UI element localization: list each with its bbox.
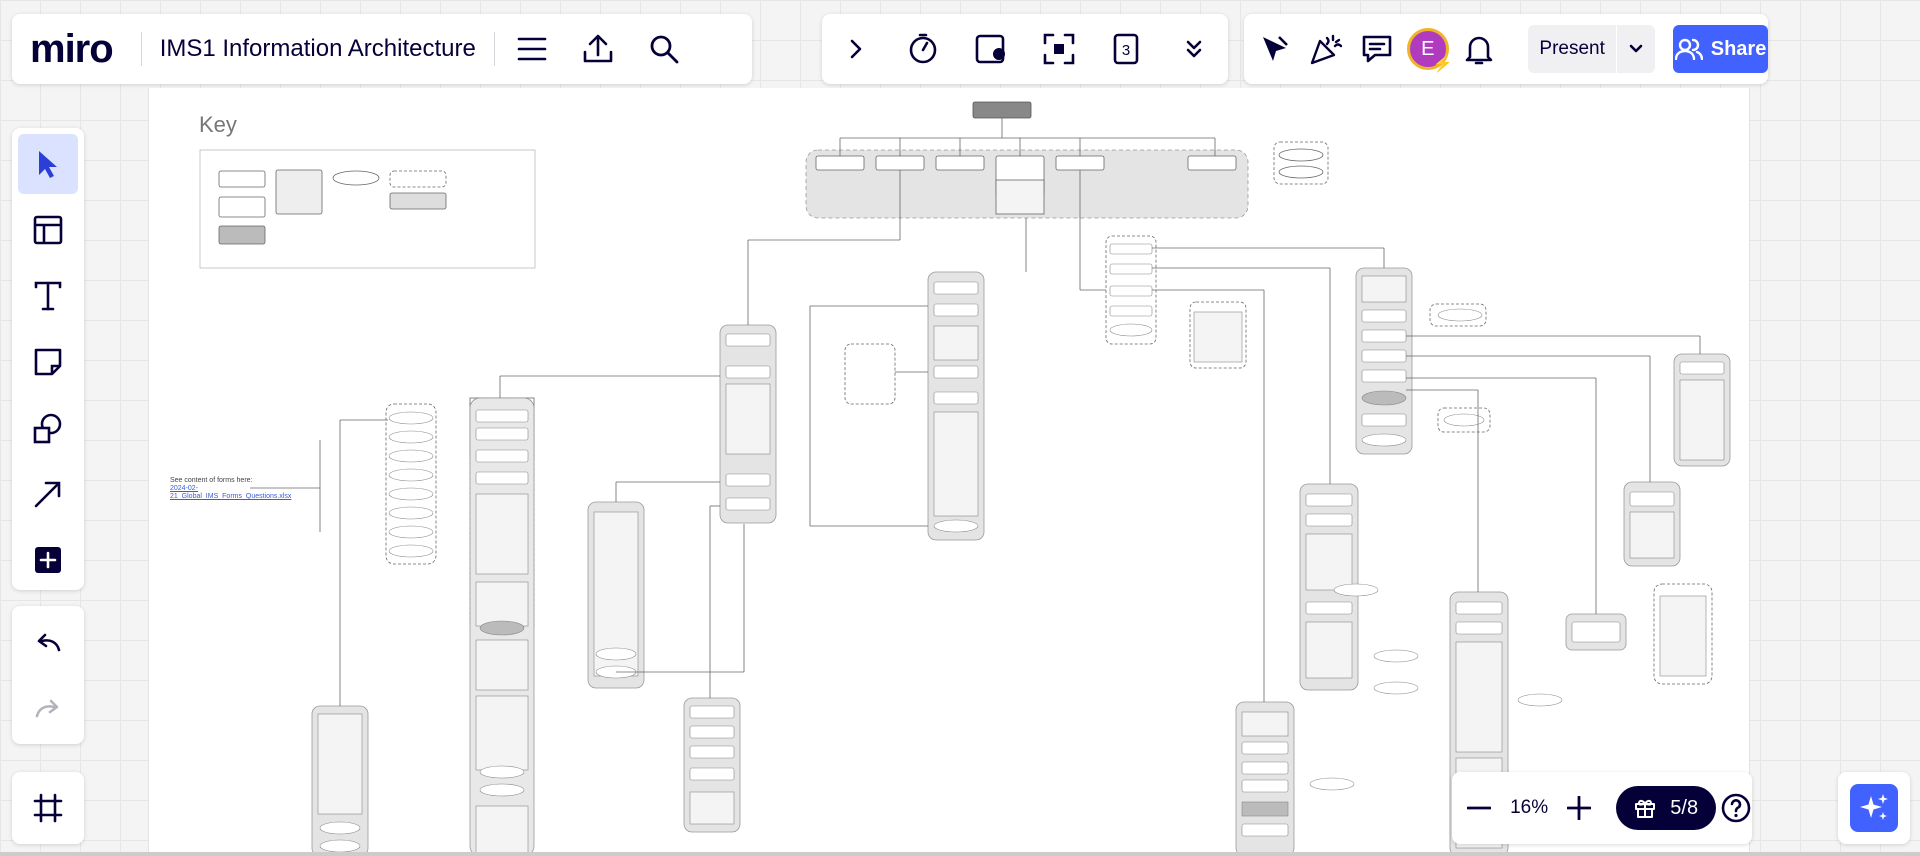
- notifications-button[interactable]: [1453, 24, 1504, 74]
- undo-button[interactable]: [18, 612, 78, 672]
- search-button[interactable]: [631, 24, 697, 74]
- hamburger-icon: [517, 37, 547, 61]
- zoom-level[interactable]: 16%: [1502, 797, 1556, 819]
- redo-button[interactable]: [18, 678, 78, 738]
- ai-assistant-panel: [1838, 772, 1910, 844]
- sparkle-icon: [1860, 794, 1888, 820]
- key-label: Key: [199, 112, 237, 137]
- chevron-down-icon: [1629, 44, 1643, 53]
- side-note-text: See content of forms here:: [170, 477, 253, 484]
- card-dot-icon: [975, 34, 1006, 64]
- present-button[interactable]: Present: [1527, 25, 1617, 73]
- zoom-in-button[interactable]: [1556, 783, 1602, 833]
- expand-toolbar-button[interactable]: [831, 24, 881, 74]
- text-tool[interactable]: [18, 266, 78, 326]
- side-note-link[interactable]: 2024-02-21_Global_IMS_Forms_Questions.xl…: [170, 485, 291, 501]
- users-icon: [1674, 38, 1703, 60]
- svg-text:3: 3: [1122, 42, 1130, 59]
- focus-button[interactable]: [1034, 24, 1084, 74]
- shapes-icon: [33, 413, 62, 444]
- redo-icon: [35, 699, 59, 718]
- history-panel: [12, 606, 84, 744]
- sticky-note-icon: [34, 348, 62, 376]
- present-options-button[interactable]: [1616, 25, 1656, 73]
- frames-button[interactable]: [18, 778, 78, 838]
- sticky-note-tool[interactable]: [18, 332, 78, 392]
- zoom-panel: 16% 5/8: [1452, 772, 1752, 844]
- templates-icon: [33, 215, 63, 245]
- voting-button[interactable]: [966, 24, 1016, 74]
- side-note: See content of forms here: 2024-02-21_Gl…: [170, 477, 291, 501]
- timer-icon: [910, 33, 937, 64]
- divider: [140, 32, 142, 66]
- bottom-edge: [0, 852, 1920, 856]
- focus-frame-icon: [1043, 33, 1075, 65]
- double-chevron-down-icon: [1186, 40, 1202, 58]
- creation-toolbar: [12, 128, 84, 590]
- template-counter-button[interactable]: 3: [1101, 24, 1151, 74]
- pages-count: 5/8: [1670, 796, 1699, 819]
- more-apps-tool[interactable]: [18, 530, 78, 590]
- plus-square-icon: [35, 547, 61, 573]
- board-title[interactable]: IMS1 Information Architecture: [160, 35, 476, 63]
- cursor-icon: [39, 151, 57, 178]
- bell-icon: [1465, 36, 1492, 65]
- help-button[interactable]: [1720, 783, 1752, 833]
- undo-icon: [37, 633, 61, 652]
- board-header-panel: miro IMS1 Information Architecture: [12, 14, 752, 84]
- share-label: Share: [1710, 37, 1767, 60]
- party-popper-icon: [1310, 34, 1343, 65]
- miro-logo[interactable]: miro: [30, 27, 114, 72]
- chevron-right-icon: [850, 39, 862, 59]
- text-icon: [34, 281, 62, 311]
- lightning-icon: ⚡: [1432, 56, 1453, 73]
- ai-assist-button[interactable]: [1850, 784, 1898, 832]
- login-node: [972, 101, 1032, 119]
- minus-icon: [1467, 806, 1492, 810]
- pointer-flag-icon: [1263, 36, 1289, 61]
- gift-icon: [1635, 799, 1656, 818]
- comment-icon: [1362, 35, 1392, 63]
- share-panel: E ⚡ Present Share: [1244, 14, 1769, 84]
- information-architecture-diagram[interactable]: [0, 0, 1920, 856]
- more-tools-button[interactable]: [1169, 24, 1219, 74]
- avatar: E ⚡: [1406, 28, 1453, 73]
- frame-icon: [33, 793, 63, 823]
- user-avatar-button[interactable]: E ⚡: [1402, 24, 1453, 74]
- page-number-icon: 3: [1114, 33, 1139, 65]
- divider: [493, 32, 495, 66]
- search-icon: [650, 35, 679, 64]
- connection-line-tool[interactable]: [18, 464, 78, 524]
- export-button[interactable]: [565, 24, 631, 74]
- plus-icon: [1567, 796, 1592, 820]
- templates-tool[interactable]: [18, 200, 78, 260]
- main-menu-button[interactable]: [499, 24, 565, 74]
- collaboration-toolbar: 3: [822, 14, 1228, 84]
- shapes-tool[interactable]: [18, 398, 78, 458]
- upload-icon: [583, 34, 613, 63]
- timer-button[interactable]: [898, 24, 948, 74]
- share-button[interactable]: Share: [1673, 25, 1769, 73]
- arrow-icon: [34, 481, 61, 508]
- frames-panel: [12, 772, 84, 844]
- comments-button[interactable]: [1352, 24, 1403, 74]
- select-tool[interactable]: [18, 134, 78, 194]
- help-icon: [1721, 793, 1751, 823]
- cursor-follow-button[interactable]: [1250, 24, 1301, 74]
- pages-button[interactable]: 5/8: [1616, 786, 1717, 830]
- reactions-button[interactable]: [1301, 24, 1352, 74]
- zoom-out-button[interactable]: [1456, 783, 1502, 833]
